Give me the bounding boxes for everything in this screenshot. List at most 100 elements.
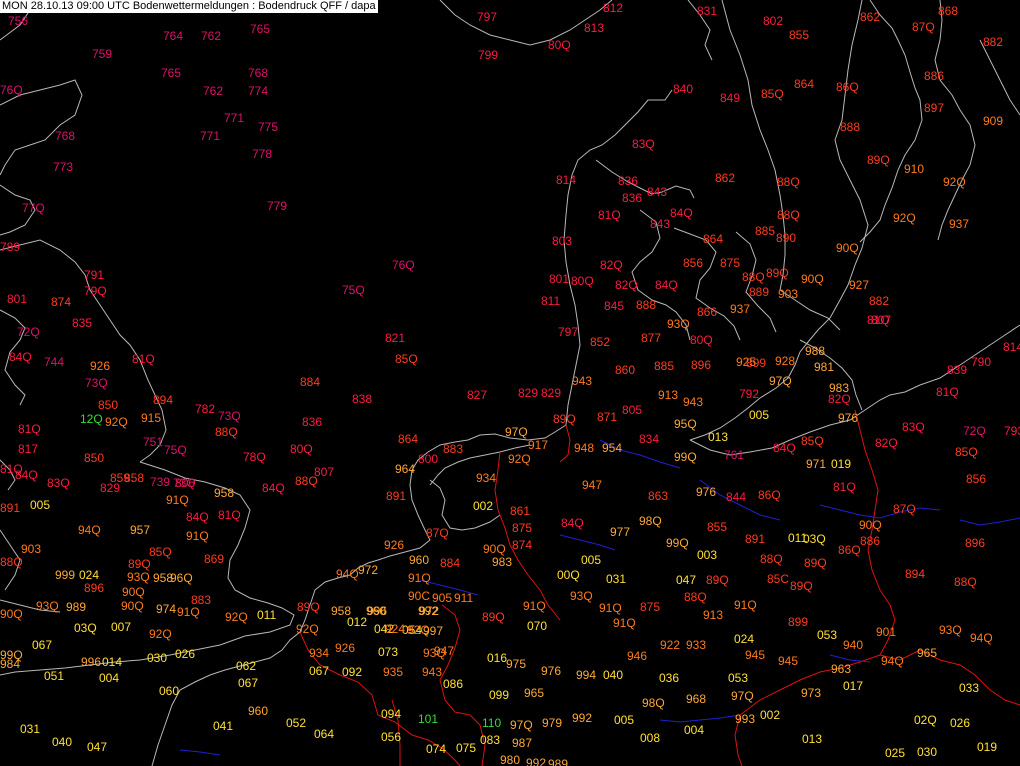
station-pressure-label: 975 (506, 657, 526, 671)
station-pressure-label: 827 (467, 388, 487, 402)
station-pressure-label: 849 (720, 91, 740, 105)
station-pressure-label: 101 (418, 712, 438, 726)
station-pressure-label: 99Q (666, 536, 689, 550)
station-pressure-label: 868 (938, 4, 958, 18)
station-pressure-label: 891 (386, 489, 406, 503)
station-pressure-label: 775 (258, 120, 278, 134)
station-pressure-label: 90C (408, 589, 430, 603)
station-pressure-label: 12Q (80, 412, 103, 426)
station-pressure-label: 910 (904, 162, 924, 176)
station-pressure-label: 84Q (655, 278, 678, 292)
station-pressure-label: 992 (526, 756, 546, 766)
station-pressure-label: 047 (87, 740, 107, 754)
station-pressure-label: 993 (735, 712, 755, 726)
station-pressure-label: 91Q (613, 616, 636, 630)
station-pressure-label: 948 (574, 441, 594, 455)
station-pressure-label: 829 (100, 481, 120, 495)
station-pressure-label: 75Q (164, 443, 187, 457)
station-pressure-label: 759 (92, 47, 112, 61)
station-pressure-label: 89Q (706, 573, 729, 587)
station-pressure-label: 791 (84, 268, 104, 282)
station-pressure-label: 89Q (766, 266, 789, 280)
station-pressure-label: 802 (763, 14, 783, 28)
station-pressure-label: 82Q (615, 278, 638, 292)
station-pressure-label: 019 (831, 457, 851, 471)
station-pressure-label: 896 (84, 581, 104, 595)
station-pressure-label: 903 (778, 287, 798, 301)
station-pressure-label: 93Q (36, 599, 59, 613)
station-pressure-label: 031 (20, 722, 40, 736)
station-pressure-label: 800 (418, 452, 438, 466)
station-pressure-label: 014 (102, 655, 122, 669)
station-pressure-label: 894 (153, 393, 173, 407)
station-pressure-label: 875 (720, 256, 740, 270)
station-pressure-label: 85Q (149, 545, 172, 559)
station-pressure-label: 896 (965, 536, 985, 550)
station-pressure-label: 836 (622, 191, 642, 205)
station-pressure-label: 82Q (875, 436, 898, 450)
station-pressure-label: 945 (778, 654, 798, 668)
station-pressure-label: 821 (385, 331, 405, 345)
station-pressure-label: 979 (542, 716, 562, 730)
station-pressure-label: 882 (869, 294, 889, 308)
station-pressure-label: 891 (745, 532, 765, 546)
station-pressure-label: 052 (286, 716, 306, 730)
station-pressure-label: 972 (358, 563, 378, 577)
station-pressure-label: 91Q (734, 598, 757, 612)
station-pressure-label: 965 (917, 646, 937, 660)
station-pressure-label: 831 (697, 4, 717, 18)
station-pressure-label: 790 (971, 355, 991, 369)
station-pressure-label: 954 (602, 441, 622, 455)
station-pressure-label: 89Q (297, 600, 320, 614)
station-pressure-label: 905 (432, 591, 452, 605)
station-pressure-label: 797 (558, 325, 578, 339)
station-pressure-label: 81Q (867, 313, 890, 327)
station-pressure-label: 036 (659, 671, 679, 685)
station-pressure-label: 858 (124, 471, 144, 485)
station-pressure-label: 86Q (836, 80, 859, 94)
station-pressure-label: 026 (175, 647, 195, 661)
station-pressure-label: 053 (728, 671, 748, 685)
station-pressure-label: 817 (18, 442, 38, 456)
station-pressure-label: 047 (676, 573, 696, 587)
station-pressure-label: 875 (512, 521, 532, 535)
station-pressure-label: 862 (860, 10, 880, 24)
station-pressure-label: 80Q (571, 274, 594, 288)
station-pressure-label: 834 (639, 432, 659, 446)
station-pressure-label: 756 (8, 14, 28, 28)
station-pressure-label: 981 (814, 360, 834, 374)
station-pressure-label: 814 (556, 173, 576, 187)
station-pressure-label: 87Q (426, 526, 449, 540)
station-pressure-label: 989 (548, 757, 568, 766)
station-pressure-label: 94Q (881, 654, 904, 668)
station-pressure-label: 799 (478, 48, 498, 62)
station-pressure-label: 856 (966, 472, 986, 486)
station-pressure-label: 945 (745, 648, 765, 662)
station-pressure-label: 00Q (557, 568, 580, 582)
station-pressure-label: 913 (658, 388, 678, 402)
station-pressure-label: 110 (482, 716, 501, 730)
station-pressure-label: 874 (51, 295, 71, 309)
station-pressure-label: 762 (201, 29, 221, 43)
station-pressure-label: 85Q (801, 434, 824, 448)
station-pressure-label: 917 (528, 438, 548, 452)
station-pressure-label: 89Q (553, 412, 576, 426)
station-pressure-label: 97Q (505, 425, 528, 439)
station-pressure-label: 019 (977, 740, 997, 754)
station-pressure-label: 943 (422, 665, 442, 679)
station-pressure-label: 927 (849, 278, 869, 292)
station-pressure-label: 033 (959, 681, 979, 695)
station-pressure-label: 87Q (912, 20, 935, 34)
station-pressure-label: 866 (697, 305, 717, 319)
station-pressure-label: 947 (582, 478, 602, 492)
station-pressure-label: 988 (805, 344, 825, 358)
station-pressure-label: 89Q (128, 557, 151, 571)
station-pressure-label: 894 (905, 567, 925, 581)
station-pressure-label: 844 (726, 490, 746, 504)
station-pressure-label: 999 (55, 568, 75, 582)
station-pressure-label: 031 (606, 572, 626, 586)
station-pressure-label: 92Q (508, 452, 531, 466)
map-stage: 756 764 762 765 759 797 813 812 80Q 799 831 802 855 8… (0, 0, 1020, 766)
station-pressure-label: 005 (749, 408, 769, 422)
station-labels: 756 764 762 765 759 797 813 812 80Q 799 831 802 855 8… (0, 1, 1020, 766)
